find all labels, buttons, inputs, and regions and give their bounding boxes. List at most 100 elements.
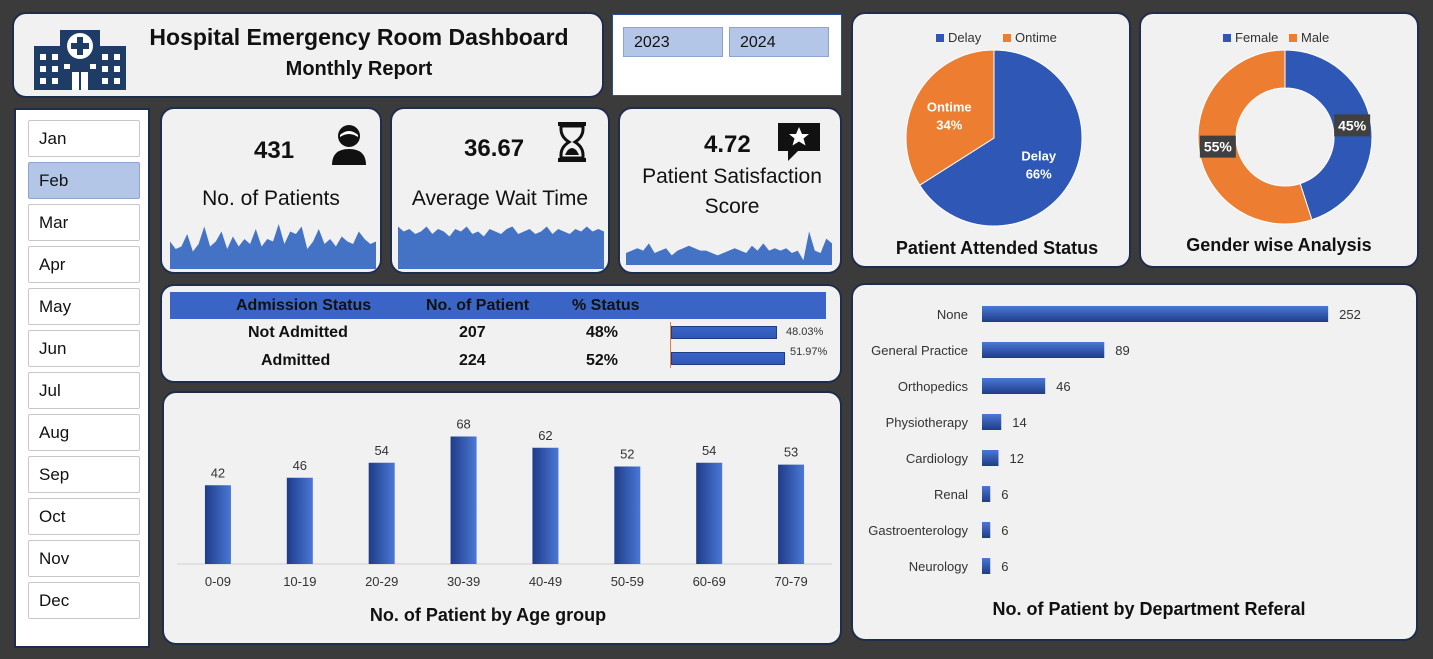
kpi-satisfaction-card: 4.72 Patient Satisfaction Score <box>618 107 842 274</box>
hourglass-icon <box>558 122 586 162</box>
age-bar-label-30-39: 68 <box>456 417 470 432</box>
databar-not-admitted-label: 48.03% <box>786 326 824 338</box>
age-bar-0-09 <box>204 485 231 564</box>
kpi-patients-label: No. of Patients <box>202 187 340 210</box>
month-button-feb[interactable]: Feb <box>28 162 140 199</box>
age-bar-40-49 <box>532 447 559 564</box>
dept-label-orthopedics: Orthopedics <box>898 379 969 394</box>
dept-value-renal: 6 <box>1001 487 1008 502</box>
year-button-2023[interactable]: 2023 <box>623 27 723 57</box>
month-button-jun[interactable]: Jun <box>28 330 140 367</box>
kpi-wait-time-value: 36.67 <box>464 135 525 162</box>
month-button-sep[interactable]: Sep <box>28 456 140 493</box>
age-tick-50-59: 50-59 <box>611 574 644 589</box>
dept-value-physiotherapy: 14 <box>1012 415 1026 430</box>
age-bar-10-19 <box>286 477 313 564</box>
month-button-nov[interactable]: Nov <box>28 540 140 577</box>
donut-label-female: 45% <box>1338 117 1367 133</box>
month-button-jan[interactable]: Jan <box>28 120 140 157</box>
row-admitted-pct: 52% <box>586 352 619 369</box>
dept-bar-physiotherapy <box>982 414 1002 430</box>
row-not-admitted-status: Not Admitted <box>248 324 348 341</box>
year-button-2024[interactable]: 2024 <box>729 27 829 57</box>
month-button-may[interactable]: May <box>28 288 140 325</box>
dept-bar-renal <box>982 486 991 502</box>
gender-analysis-card: Female Male 45% 55% Gender wise Analysis <box>1139 12 1419 268</box>
dept-value-orthopedics: 46 <box>1056 379 1070 394</box>
dept-value-gastroenterology: 6 <box>1001 523 1008 538</box>
dept-bar-gastroenterology <box>982 522 991 538</box>
age-bar-label-20-29: 54 <box>374 443 388 458</box>
patient-person-icon <box>332 125 366 165</box>
department-referral-title: No. of Patient by Department Referal <box>992 599 1306 619</box>
kpi-satisfaction-label-line2: Score <box>704 195 760 218</box>
dept-bar-orthopedics <box>982 378 1046 394</box>
dept-label-physiotherapy: Physiotherapy <box>886 415 969 430</box>
dept-bar-cardiology <box>982 450 999 466</box>
dept-label-none: None <box>937 307 968 322</box>
age-bar-60-69 <box>696 462 723 564</box>
dept-label-cardiology: Cardiology <box>906 451 969 466</box>
databar-not-admitted <box>671 326 777 339</box>
month-button-apr[interactable]: Apr <box>28 246 140 283</box>
patient-count-header: No. of Patient <box>426 297 530 314</box>
age-tick-0-09: 0-09 <box>205 574 231 589</box>
percent-status-header: % Status <box>572 297 640 314</box>
title-panel: Hospital Emergency Room Dashboard Monthl… <box>12 12 604 98</box>
dept-bar-none <box>982 306 1329 322</box>
age-group-chart-title: No. of Patient by Age group <box>369 605 607 625</box>
month-button-dec[interactable]: Dec <box>28 582 140 619</box>
month-button-mar[interactable]: Mar <box>28 204 140 241</box>
kpi-patients-card: 431 No. of Patients <box>160 107 382 274</box>
hospital-building-icon <box>34 30 126 90</box>
age-bar-70-79 <box>778 464 805 564</box>
satisfaction-sparkline <box>626 231 832 265</box>
satisfaction-sparkline-area <box>626 231 832 265</box>
dept-value-cardiology: 12 <box>1009 451 1023 466</box>
dept-value-neurology: 6 <box>1001 559 1008 574</box>
month-button-aug[interactable]: Aug <box>28 414 140 451</box>
databar-admitted-label: 51.97% <box>790 346 828 358</box>
year-slicer: 2023 2024 <box>612 14 842 96</box>
admission-status-header: Admission Status <box>236 297 372 314</box>
department-referral-bar-chart: None 252 General Practice 89 Orthopedics 46 Ph… <box>868 306 1361 574</box>
dept-label-gastroenterology: Gastroenterology <box>868 523 968 538</box>
kpi-patients-value: 431 <box>254 137 295 164</box>
dept-bar-general-practice <box>982 342 1105 358</box>
dept-value-none: 252 <box>1339 307 1361 322</box>
age-bar-20-29 <box>368 462 395 564</box>
kpi-satisfaction-value: 4.72 <box>704 131 751 158</box>
age-bar-label-0-09: 42 <box>211 465 225 480</box>
age-bar-label-50-59: 52 <box>620 447 634 462</box>
row-not-admitted-count: 207 <box>459 324 486 341</box>
admission-table-card: Admission Status No. of Patient % Status… <box>160 284 842 383</box>
patients-sparkline-area <box>170 224 376 269</box>
age-tick-10-19: 10-19 <box>283 574 316 589</box>
pie-label-pct-delay: 66% <box>1026 167 1052 182</box>
row-admitted-count: 224 <box>459 352 486 369</box>
month-button-jul[interactable]: Jul <box>28 372 140 409</box>
age-bar-50-59 <box>614 466 641 564</box>
dashboard-subtitle: Monthly Report <box>285 58 433 80</box>
age-group-chart-card: 42 0-09 46 10-19 54 20-29 68 30-39 62 40-49 52 50-5… <box>162 391 842 645</box>
attended-status-title: Patient Attended Status <box>895 238 1099 258</box>
month-slicer: Jan Feb Mar Apr May Jun Jul Aug Sep Oct … <box>14 108 150 648</box>
gender-donut-chart: 45% 55% <box>1197 49 1373 225</box>
wait-time-sparkline <box>398 226 604 269</box>
age-bar-label-60-69: 54 <box>702 443 716 458</box>
age-tick-20-29: 20-29 <box>365 574 398 589</box>
department-referral-card: None 252 General Practice 89 Orthopedics 46 Ph… <box>851 283 1418 641</box>
dept-label-neurology: Neurology <box>909 559 969 574</box>
age-tick-70-79: 70-79 <box>774 574 807 589</box>
admission-table-header: Admission Status No. of Patient % Status <box>170 292 826 319</box>
wait-time-sparkline-area <box>398 226 604 269</box>
age-bar-label-40-49: 62 <box>538 428 552 443</box>
month-button-oct[interactable]: Oct <box>28 498 140 535</box>
dept-value-general-practice: 89 <box>1115 343 1129 358</box>
attended-status-pie-chart: Delay 66% Ontime 34% <box>905 49 1083 227</box>
donut-label-male: 55% <box>1204 139 1233 155</box>
row-not-admitted-pct: 48% <box>586 324 619 341</box>
kpi-wait-time-card: 36.67 Average Wait Time <box>390 107 610 274</box>
star-speech-bubble-icon <box>778 123 820 161</box>
age-bar-label-70-79: 53 <box>784 445 798 460</box>
